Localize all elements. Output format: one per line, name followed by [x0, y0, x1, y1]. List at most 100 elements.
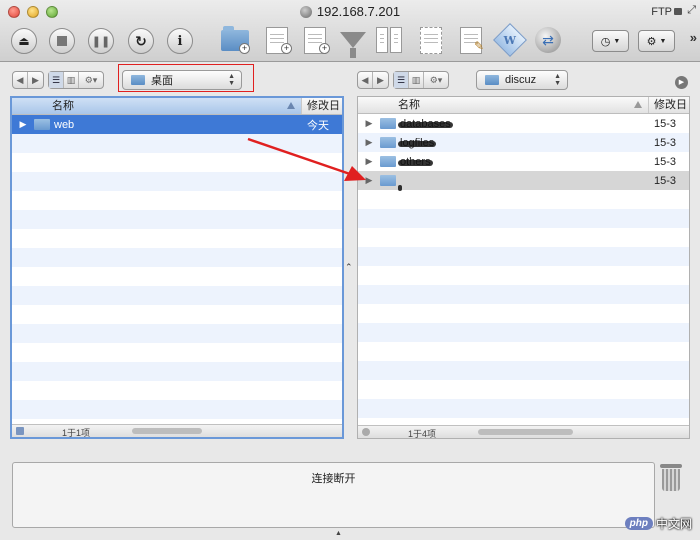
pane-splitter-handle[interactable]: ⌃	[345, 262, 353, 273]
empty-row	[12, 343, 342, 362]
bookmark-icon[interactable]	[16, 427, 24, 435]
refresh-button[interactable]: ↻	[128, 28, 154, 54]
protocol-label: FTP	[651, 6, 672, 18]
name-column-label: 名称	[52, 100, 74, 112]
watermark-text: 中文网	[655, 516, 692, 531]
modified-column-header[interactable]: 修改日	[649, 97, 689, 113]
forward-icon[interactable]: ▶	[373, 72, 388, 88]
name-column-header[interactable]: 名称	[12, 98, 302, 114]
empty-row	[358, 342, 689, 361]
empty-row	[358, 266, 689, 285]
empty-row	[12, 381, 342, 400]
column-view-icon[interactable]: ▥	[409, 72, 424, 88]
file-row[interactable]: ▶ logfiles 15-3	[358, 133, 689, 152]
left-file-list: ▶ web 今天	[12, 115, 342, 419]
sync-button[interactable]: ⇄	[533, 24, 563, 56]
disclosure-triangle-icon[interactable]: ▶	[358, 137, 380, 148]
lock-icon	[674, 8, 682, 15]
folder-icon	[380, 175, 396, 186]
disclosure-triangle-icon[interactable]: ▶	[358, 175, 380, 186]
drawer-toggle-icon[interactable]: ▲	[335, 530, 342, 537]
action-menu-button[interactable]: ⚙ ▼	[638, 30, 675, 52]
window-toolbar: 192.168.7.201 FTP ⤢ ⏏ ❚❚ ↻ i + + + ✎ W ⇄…	[0, 0, 700, 62]
right-item-count: 1于4项	[408, 429, 437, 439]
disclosure-triangle-icon[interactable]: ▶	[358, 118, 380, 129]
file-modified: 15-3	[654, 174, 677, 187]
file-modified: 15-3	[654, 117, 677, 130]
pause-button[interactable]: ❚❚	[88, 28, 114, 54]
toolbar-overflow-button[interactable]: »	[690, 30, 697, 45]
list-view-icon[interactable]: ☰	[394, 72, 409, 88]
disclosure-triangle-icon[interactable]: ▶	[358, 156, 380, 167]
history-button[interactable]: ◷ ▼	[592, 30, 629, 52]
duplicate-button[interactable]: +	[300, 24, 330, 56]
file-row[interactable]: ▶ others 15-3	[358, 152, 689, 171]
empty-row	[12, 362, 342, 381]
empty-row	[358, 361, 689, 380]
name-column-header[interactable]: 名称	[358, 97, 649, 113]
left-column-header: 名称 修改日	[12, 98, 342, 115]
disclosure-triangle-icon[interactable]: ▶	[12, 119, 34, 130]
filter-icon	[340, 32, 366, 58]
trash-icon[interactable]	[660, 464, 682, 492]
right-nav-segment: ◀ ▶	[357, 71, 389, 89]
archive-icon	[420, 26, 442, 54]
compare-button[interactable]	[374, 24, 404, 56]
right-file-list: ▶ databases 15-3 ▶ logfiles 15-3 ▶ others 15-3 ▶ 1…	[358, 114, 689, 418]
file-row[interactable]: ▶ web 今天	[12, 115, 342, 134]
transcript-panel: 连接断开	[12, 462, 655, 528]
transcript-message: 连接断开	[311, 473, 356, 485]
filter-button[interactable]	[338, 24, 368, 58]
stop-button[interactable]	[49, 28, 75, 54]
modified-column-header[interactable]: 修改日	[302, 98, 342, 114]
new-file-button[interactable]: +	[262, 24, 292, 56]
empty-row	[358, 323, 689, 342]
empty-row	[358, 190, 689, 209]
gear-icon[interactable]: ⚙▾	[424, 72, 448, 88]
clock-icon: ◷	[600, 35, 611, 48]
plus-icon: +	[281, 43, 292, 54]
empty-row	[358, 285, 689, 304]
file-name: web	[54, 119, 302, 131]
empty-row	[12, 305, 342, 324]
list-view-icon[interactable]: ☰	[49, 72, 64, 88]
empty-row	[12, 134, 342, 153]
empty-row	[12, 267, 342, 286]
right-path-popup[interactable]: discuz ▲ ▼	[476, 70, 568, 90]
right-path-label: discuz	[505, 74, 537, 86]
left-status-bar: 1于1项	[12, 424, 342, 437]
compare-icon	[376, 27, 402, 53]
empty-row	[12, 172, 342, 191]
sort-ascending-icon	[287, 102, 295, 109]
column-view-icon[interactable]: ▥	[64, 72, 79, 88]
sync-icon: ⇄	[535, 27, 561, 53]
right-horizontal-scrollbar[interactable]	[478, 429, 573, 435]
file-row[interactable]: ▶ 15-3	[358, 171, 689, 190]
stop-icon	[57, 36, 67, 46]
folder-icon	[380, 118, 396, 129]
archive-button[interactable]	[416, 24, 446, 56]
edit-button[interactable]: ✎	[456, 24, 486, 56]
eject-button[interactable]: ⏏	[11, 28, 37, 54]
right-column-header: 名称 修改日	[358, 97, 689, 114]
sort-ascending-icon	[634, 101, 642, 108]
fullscreen-icon[interactable]: ⤢	[687, 4, 696, 17]
info-button[interactable]: i	[167, 28, 193, 54]
web-button[interactable]: W	[493, 23, 527, 57]
empty-row	[358, 247, 689, 266]
new-folder-button[interactable]: +	[220, 24, 250, 56]
file-row[interactable]: ▶ databases 15-3	[358, 114, 689, 133]
plus-icon: +	[239, 43, 250, 54]
go-button[interactable]: ▶	[675, 76, 688, 89]
empty-row	[12, 229, 342, 248]
back-icon[interactable]: ◀	[13, 72, 28, 88]
window-title: 192.168.7.201	[0, 4, 700, 19]
back-icon[interactable]: ◀	[358, 72, 373, 88]
file-name-text: others	[400, 155, 431, 168]
gear-icon[interactable]: ⚙▾	[79, 72, 103, 88]
left-horizontal-scrollbar[interactable]	[132, 428, 202, 434]
file-name: others	[400, 156, 649, 168]
left-item-count: 1于1项	[62, 428, 91, 438]
updown-icon: ▲ ▼	[554, 73, 561, 87]
forward-icon[interactable]: ▶	[28, 72, 43, 88]
